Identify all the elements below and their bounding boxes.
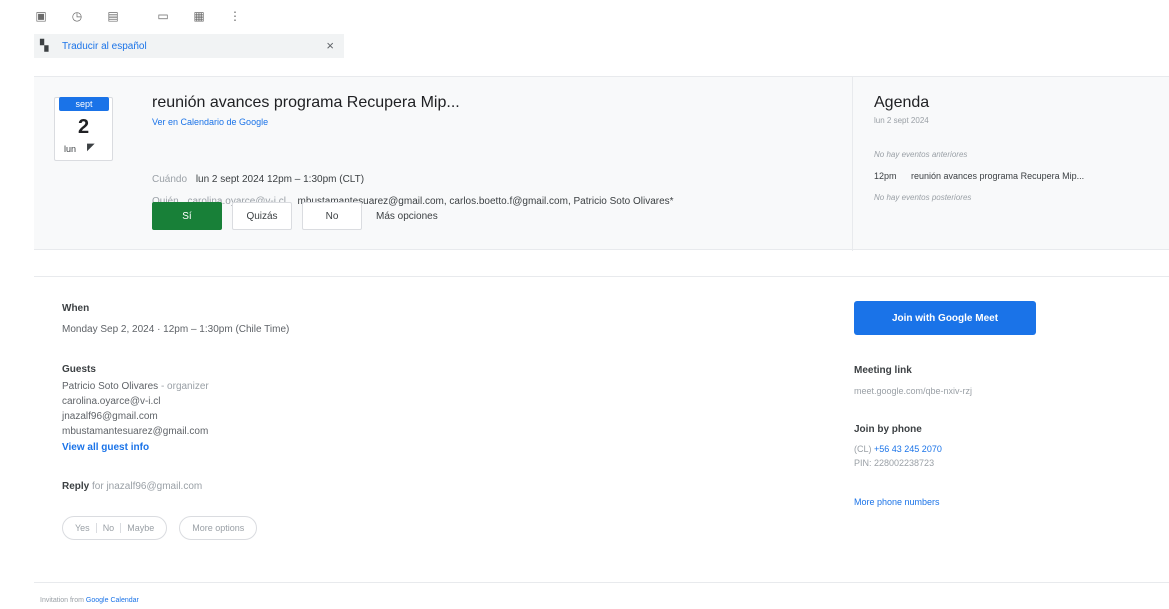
- when-value-detail: Monday Sep 2, 2024 · 12pm – 1:30pm (Chil…: [62, 324, 290, 335]
- event-when: Cuándo lun 2 sept 2024 12pm – 1:30pm (CL…: [152, 174, 364, 185]
- agenda-event-time: 12pm: [874, 171, 897, 181]
- phone-pin: PIN: 228002238723: [854, 458, 935, 468]
- labels-icon[interactable]: ▦: [192, 9, 206, 23]
- rsvp-more-options-button[interactable]: Más opciones: [372, 202, 442, 230]
- date-weekday: lun: [64, 144, 77, 154]
- reply-maybe-button[interactable]: Maybe: [120, 523, 160, 533]
- rsvp-yes-button[interactable]: Sí: [152, 202, 222, 230]
- rsvp-maybe-button[interactable]: Quizás: [232, 202, 292, 230]
- agenda-title: Agenda: [874, 94, 930, 111]
- translate-icon: ▚: [40, 40, 49, 52]
- event-title: reunión avances programa Recupera Mip...: [152, 94, 460, 111]
- event-details-card: When Monday Sep 2, 2024 · 12pm – 1:30pm …: [34, 276, 1169, 583]
- invitation-footer: Invitation from Google Calendar: [40, 597, 139, 604]
- guests-heading: Guests: [62, 364, 96, 375]
- reply-more-options-button[interactable]: More options: [179, 516, 258, 540]
- agenda-date: lun 2 sept 2024: [874, 116, 929, 125]
- reply-label: Reply: [62, 481, 90, 492]
- date-badge: sept 2 lun ◤: [54, 97, 113, 161]
- when-heading: When: [62, 303, 90, 314]
- reply-yes-button[interactable]: Yes: [69, 523, 96, 533]
- phone-prefix: (CL): [854, 444, 872, 454]
- agenda-no-next: No hay eventos posteriores: [874, 193, 972, 202]
- join-by-phone-heading: Join by phone: [854, 424, 922, 435]
- date-month: sept: [59, 97, 109, 111]
- more-phone-numbers-link[interactable]: More phone numbers: [854, 497, 940, 507]
- phone-number-link[interactable]: +56 43 245 2070: [874, 444, 942, 454]
- reply-pill-group: Yes No Maybe: [62, 516, 168, 540]
- organizer-name: Patricio Soto Olivares: [62, 381, 159, 392]
- rsvp-no-button[interactable]: No: [302, 202, 362, 230]
- guest-item: mbustamantesuarez@gmail.com: [62, 426, 209, 437]
- view-all-guests-link[interactable]: View all guest info: [62, 442, 149, 453]
- message-toolbar: ▣ ◷ ▤ ▭ ▦ ⋮: [34, 6, 264, 26]
- view-in-calendar-link[interactable]: Ver en Calendario de Google: [152, 117, 268, 127]
- translate-bar: ▚ Traducir al español ×: [34, 34, 344, 58]
- footer-prefix: Invitation from: [40, 597, 84, 604]
- date-day: 2: [77, 116, 90, 138]
- guest-organizer: Patricio Soto Olivares - organizer: [62, 381, 209, 392]
- translate-link[interactable]: Traducir al español: [62, 41, 147, 52]
- rsvp-buttons: Sí Quizás No Más opciones: [152, 202, 452, 230]
- google-calendar-link[interactable]: Google Calendar: [86, 597, 139, 604]
- reply-options: Yes No Maybe More options: [62, 516, 269, 540]
- when-value: lun 2 sept 2024 12pm – 1:30pm (CLT): [195, 174, 365, 185]
- dropdown-arrow-icon[interactable]: ◤: [87, 142, 95, 153]
- reply-for: for jnazalf96@gmail.com: [92, 481, 203, 492]
- more-icon[interactable]: ⋮: [228, 9, 242, 23]
- join-google-meet-button[interactable]: Join with Google Meet: [854, 301, 1036, 335]
- guest-item: carolina.oyarce@v-i.cl: [62, 396, 161, 407]
- reply-line: Reply for jnazalf96@gmail.com: [62, 481, 202, 492]
- meeting-link-value[interactable]: meet.google.com/qbe-nxiv-rzj: [854, 386, 972, 396]
- archive-icon[interactable]: ▣: [34, 9, 48, 23]
- close-icon[interactable]: ×: [326, 38, 334, 54]
- meeting-link-heading: Meeting link: [854, 365, 912, 376]
- guest-item: jnazalf96@gmail.com: [62, 411, 158, 422]
- phone-line: (CL) +56 43 245 2070: [854, 444, 942, 454]
- agenda-event-title[interactable]: reunión avances programa Recupera Mip...: [911, 171, 1084, 181]
- move-icon[interactable]: ▭: [156, 9, 170, 23]
- invitation-card: sept 2 lun ◤ reunión avances programa Re…: [34, 76, 1169, 251]
- snooze-icon[interactable]: ◷: [70, 9, 84, 23]
- agenda-panel: Agenda lun 2 sept 2024 No hay eventos an…: [852, 77, 1169, 251]
- organizer-tag: - organizer: [160, 381, 209, 392]
- reply-more-options-label: More options: [192, 523, 245, 533]
- when-label: Cuándo: [152, 174, 188, 185]
- reply-no-button[interactable]: No: [95, 523, 121, 533]
- tasks-icon[interactable]: ▤: [106, 9, 120, 23]
- agenda-no-previous: No hay eventos anteriores: [874, 150, 968, 159]
